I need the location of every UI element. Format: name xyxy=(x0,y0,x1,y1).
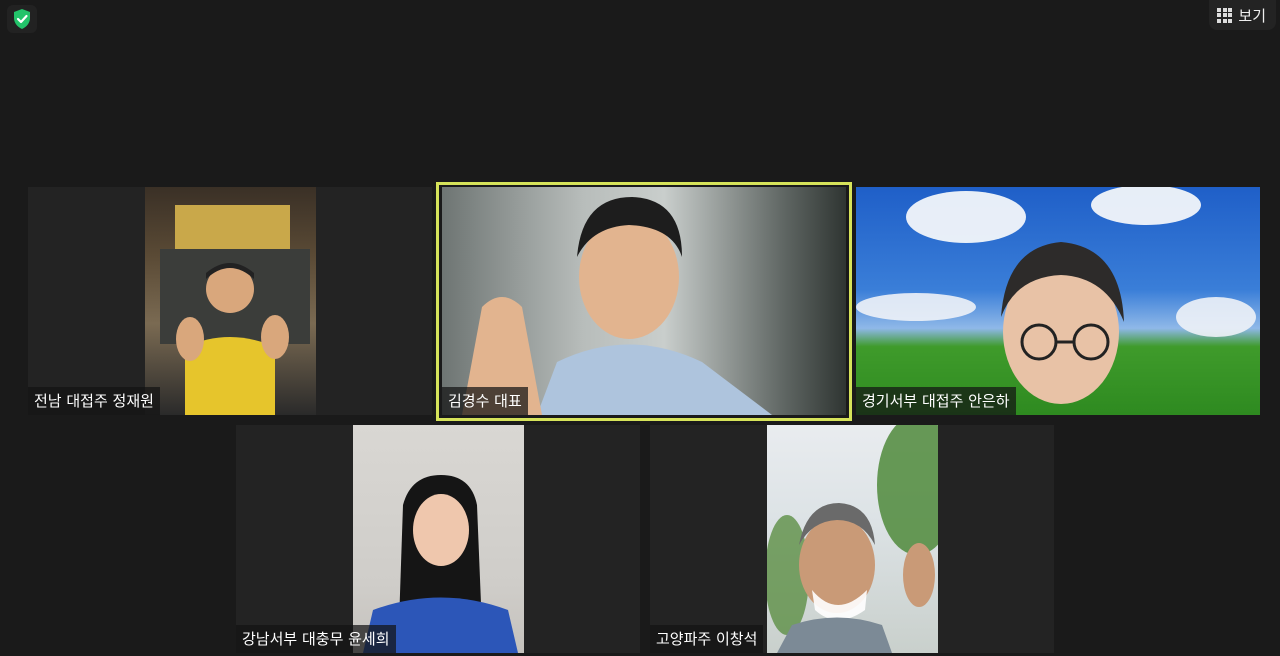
view-button[interactable]: 보기 xyxy=(1209,0,1276,30)
participant-tile[interactable]: 고양파주 이창석 xyxy=(650,425,1054,653)
participant-avatar xyxy=(363,475,518,653)
participant-tile[interactable]: 강남서부 대충무 윤세희 xyxy=(236,425,640,653)
participant-avatar xyxy=(856,187,1256,404)
participant-tile-active[interactable]: 김경수 대표 xyxy=(442,187,846,415)
participant-video xyxy=(442,187,846,415)
view-button-label: 보기 xyxy=(1238,6,1266,25)
participant-video xyxy=(353,425,524,653)
security-badge[interactable] xyxy=(7,5,37,33)
participant-name: 경기서부 대접주 안은하 xyxy=(856,387,1016,415)
shield-check-icon xyxy=(14,9,30,29)
grid-icon xyxy=(1217,7,1233,23)
meeting-gallery-view: 보기 전남 대접주 정재원 김경수 대표 경기서부 대접주 안은하 강남서부 대… xyxy=(0,0,1280,656)
participant-tile[interactable]: 경기서부 대접주 안은하 xyxy=(856,187,1260,415)
participant-name: 고양파주 이창석 xyxy=(650,625,764,653)
participant-name: 김경수 대표 xyxy=(442,387,528,415)
participant-video xyxy=(145,187,316,415)
participant-name: 전남 대접주 정재원 xyxy=(28,387,160,415)
participant-tile[interactable]: 전남 대접주 정재원 xyxy=(28,187,432,415)
participant-avatar xyxy=(160,205,310,415)
participant-avatar xyxy=(767,425,938,653)
participant-name: 강남서부 대충무 윤세희 xyxy=(236,625,396,653)
participant-video xyxy=(856,187,1260,415)
participant-avatar xyxy=(462,197,772,415)
participant-video xyxy=(767,425,938,653)
